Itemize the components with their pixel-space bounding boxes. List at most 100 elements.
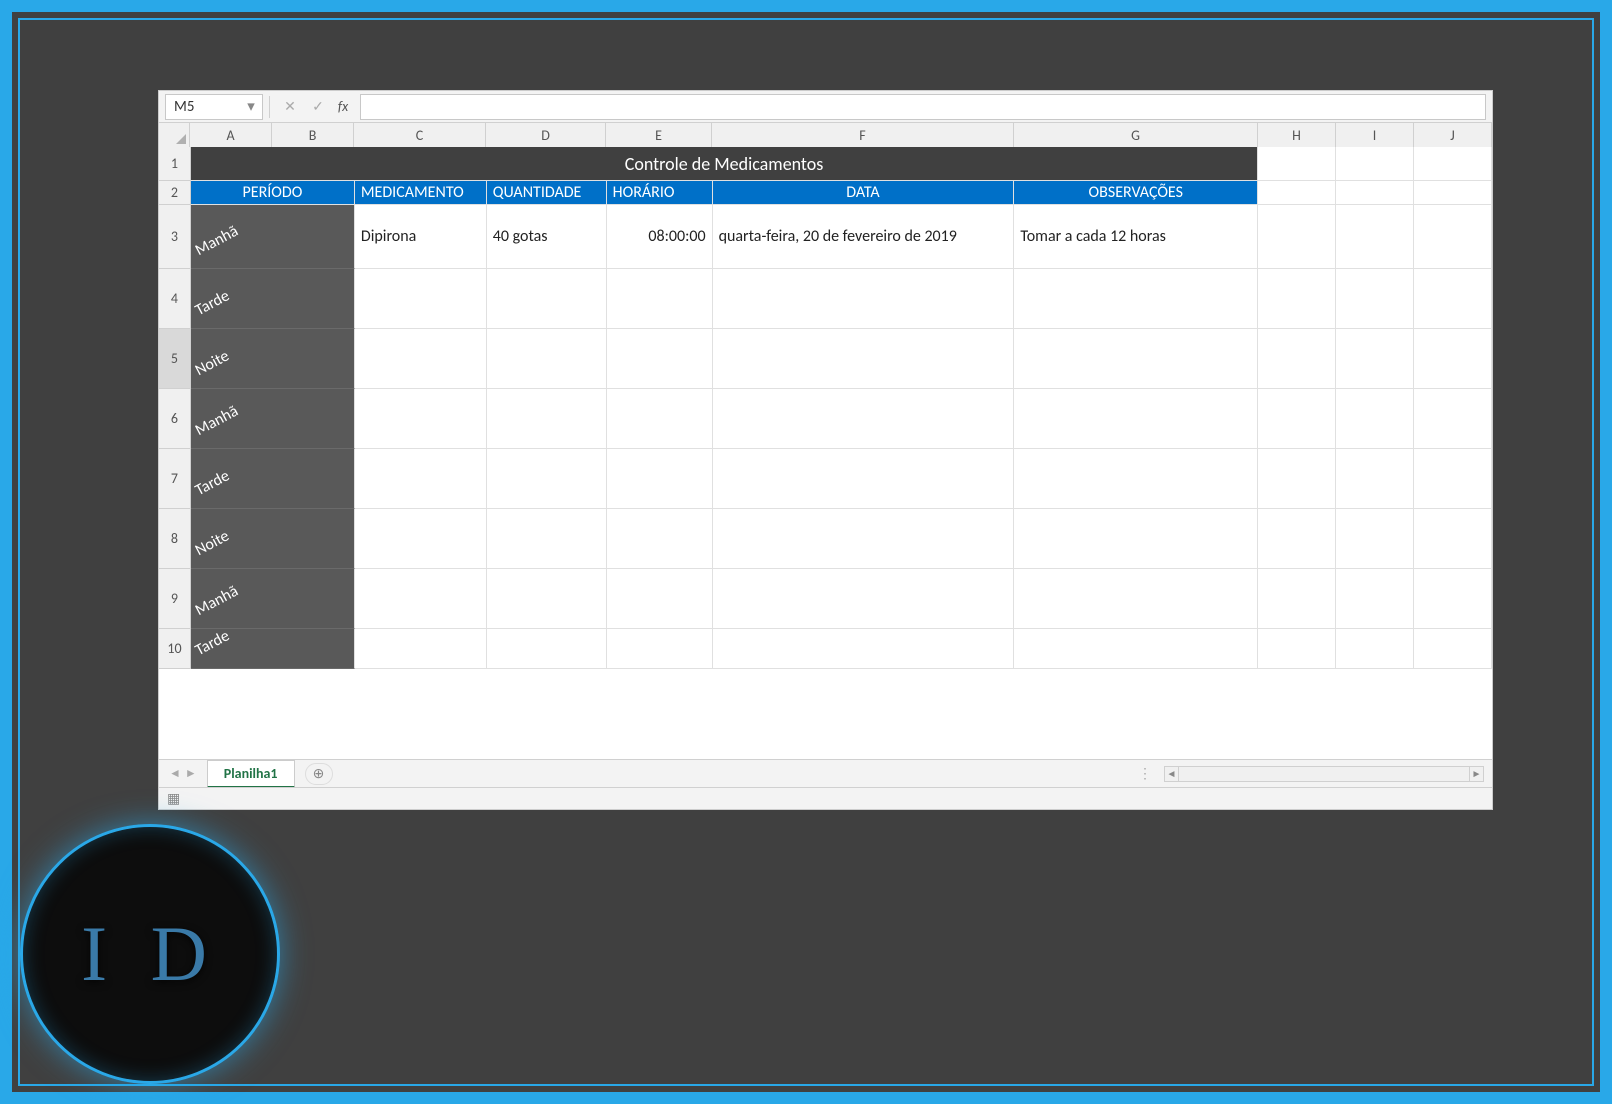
- row-header-9[interactable]: 9: [159, 569, 191, 629]
- column-header-D[interactable]: D: [486, 123, 606, 147]
- cell-H4[interactable]: [1258, 269, 1336, 329]
- cell-med-3[interactable]: Dipirona: [355, 205, 487, 269]
- header-data[interactable]: DATA: [713, 181, 1015, 205]
- scroll-right-icon[interactable]: ►: [1469, 767, 1483, 781]
- row-header-10[interactable]: 10: [159, 629, 191, 669]
- cell-J3[interactable]: [1414, 205, 1492, 269]
- cell-obs-7[interactable]: [1014, 449, 1258, 509]
- tab-next-icon[interactable]: ►: [185, 766, 197, 781]
- cell-qty-3[interactable]: 40 gotas: [487, 205, 607, 269]
- cell-I6[interactable]: [1336, 389, 1414, 449]
- cell-time-9[interactable]: [607, 569, 713, 629]
- cell-time-10[interactable]: [607, 629, 713, 669]
- cell-I2[interactable]: [1336, 181, 1414, 205]
- tab-prev-icon[interactable]: ◄: [169, 766, 181, 781]
- row-header-3[interactable]: 3: [159, 205, 191, 269]
- cell-qty-4[interactable]: [487, 269, 607, 329]
- column-header-J[interactable]: J: [1414, 123, 1492, 147]
- period-cell-6[interactable]: Manhã: [191, 389, 355, 449]
- row-header-2[interactable]: 2: [159, 181, 191, 205]
- cancel-formula-button[interactable]: ✕: [276, 94, 304, 120]
- name-box[interactable]: M5 ▾: [165, 94, 263, 120]
- header-periodo[interactable]: PERÍODO: [191, 181, 355, 205]
- cell-time-7[interactable]: [607, 449, 713, 509]
- cell-J5[interactable]: [1414, 329, 1492, 389]
- tab-options-icon[interactable]: ⋮: [1128, 765, 1164, 782]
- cell-time-6[interactable]: [607, 389, 713, 449]
- cell-H5[interactable]: [1258, 329, 1336, 389]
- formula-input[interactable]: [360, 94, 1486, 120]
- cell-J10[interactable]: [1414, 629, 1492, 669]
- cell-qty-8[interactable]: [487, 509, 607, 569]
- column-header-E[interactable]: E: [606, 123, 712, 147]
- cell-date-3[interactable]: quarta-feira, 20 de fevereiro de 2019: [713, 205, 1015, 269]
- cell-med-4[interactable]: [355, 269, 487, 329]
- column-header-H[interactable]: H: [1258, 123, 1336, 147]
- column-header-I[interactable]: I: [1336, 123, 1414, 147]
- period-cell-5[interactable]: Noite: [191, 329, 355, 389]
- cell-H1[interactable]: [1258, 147, 1336, 181]
- cell-J6[interactable]: [1414, 389, 1492, 449]
- scroll-left-icon[interactable]: ◄: [1165, 767, 1179, 781]
- column-header-C[interactable]: C: [354, 123, 486, 147]
- select-all-button[interactable]: [159, 123, 190, 147]
- period-cell-9[interactable]: Manhã: [191, 569, 355, 629]
- cell-J4[interactable]: [1414, 269, 1492, 329]
- cell-H2[interactable]: [1258, 181, 1336, 205]
- cell-H8[interactable]: [1258, 509, 1336, 569]
- cell-qty-6[interactable]: [487, 389, 607, 449]
- cell-J8[interactable]: [1414, 509, 1492, 569]
- cell-H3[interactable]: [1258, 205, 1336, 269]
- insert-function-button[interactable]: fx: [332, 94, 360, 120]
- cell-qty-9[interactable]: [487, 569, 607, 629]
- cell-I5[interactable]: [1336, 329, 1414, 389]
- cell-J2[interactable]: [1414, 181, 1492, 205]
- header-medicamento[interactable]: MEDICAMENTO: [355, 181, 487, 205]
- name-box-dropdown-icon[interactable]: ▾: [244, 100, 258, 114]
- period-cell-10[interactable]: Tarde: [191, 629, 355, 669]
- cell-H7[interactable]: [1258, 449, 1336, 509]
- column-header-A[interactable]: A: [190, 123, 272, 147]
- cell-obs-3[interactable]: Tomar a cada 12 horas: [1014, 205, 1258, 269]
- cell-obs-9[interactable]: [1014, 569, 1258, 629]
- row-header-7[interactable]: 7: [159, 449, 191, 509]
- header-quantidade[interactable]: QUANTIDADE: [487, 181, 607, 205]
- cell-time-4[interactable]: [607, 269, 713, 329]
- cell-date-4[interactable]: [713, 269, 1015, 329]
- cell-date-6[interactable]: [713, 389, 1015, 449]
- period-cell-4[interactable]: Tarde: [191, 269, 355, 329]
- column-header-F[interactable]: F: [712, 123, 1014, 147]
- cell-I1[interactable]: [1336, 147, 1414, 181]
- cell-qty-7[interactable]: [487, 449, 607, 509]
- cell-I3[interactable]: [1336, 205, 1414, 269]
- cell-date-5[interactable]: [713, 329, 1015, 389]
- cell-I8[interactable]: [1336, 509, 1414, 569]
- column-header-B[interactable]: B: [272, 123, 354, 147]
- cell-date-10[interactable]: [713, 629, 1015, 669]
- period-cell-7[interactable]: Tarde: [191, 449, 355, 509]
- cell-obs-8[interactable]: [1014, 509, 1258, 569]
- cell-med-8[interactable]: [355, 509, 487, 569]
- cell-obs-10[interactable]: [1014, 629, 1258, 669]
- cell-I4[interactable]: [1336, 269, 1414, 329]
- cell-time-8[interactable]: [607, 509, 713, 569]
- cell-obs-6[interactable]: [1014, 389, 1258, 449]
- record-macro-icon[interactable]: ▦: [167, 790, 180, 807]
- cell-I9[interactable]: [1336, 569, 1414, 629]
- period-cell-3[interactable]: Manhã: [191, 205, 355, 269]
- cell-med-5[interactable]: [355, 329, 487, 389]
- cell-time-3[interactable]: 08:00:00: [607, 205, 713, 269]
- row-header-6[interactable]: 6: [159, 389, 191, 449]
- header-horario[interactable]: HORÁRIO: [607, 181, 713, 205]
- cell-I10[interactable]: [1336, 629, 1414, 669]
- cell-obs-4[interactable]: [1014, 269, 1258, 329]
- cell-I7[interactable]: [1336, 449, 1414, 509]
- cell-H6[interactable]: [1258, 389, 1336, 449]
- cell-med-10[interactable]: [355, 629, 487, 669]
- cell-H9[interactable]: [1258, 569, 1336, 629]
- period-cell-8[interactable]: Noite: [191, 509, 355, 569]
- header-observacoes[interactable]: OBSERVAÇÕES: [1014, 181, 1258, 205]
- horizontal-scrollbar[interactable]: ◄ ►: [1164, 766, 1484, 782]
- cell-J1[interactable]: [1414, 147, 1492, 181]
- column-header-G[interactable]: G: [1014, 123, 1258, 147]
